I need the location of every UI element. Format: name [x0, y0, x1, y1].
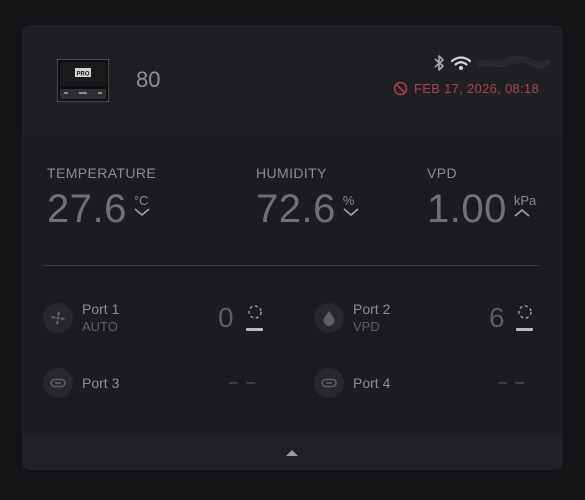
- wifi-icon: [451, 55, 471, 70]
- metric-label: TEMPERATURE: [47, 165, 157, 181]
- chevron-up-icon: [514, 208, 530, 217]
- metric-vpd[interactable]: VPD 1.00 kPa: [427, 165, 536, 232]
- plug-icon: [43, 368, 73, 398]
- port-2-level: 6: [489, 302, 505, 333]
- port-name: Port 3: [82, 375, 120, 391]
- port-name: Port 1: [82, 301, 120, 317]
- loading-spinner-icon: [518, 305, 532, 319]
- redacted-network-name: [477, 56, 549, 69]
- port-1-level: 0: [218, 302, 234, 333]
- loading-spinner-icon: [248, 305, 262, 319]
- divider: [43, 265, 539, 266]
- metric-temperature[interactable]: TEMPERATURE 27.6 °C: [47, 165, 156, 232]
- device-thumb-label: PRO: [76, 72, 89, 78]
- port-mode: VPD: [353, 319, 380, 334]
- port-1-level-bar: [246, 328, 263, 331]
- bluetooth-icon: [434, 55, 444, 71]
- port-4-level: – –: [498, 374, 527, 391]
- port-3-level: – –: [229, 374, 258, 391]
- metric-label: HUMIDITY: [256, 165, 327, 181]
- port-2[interactable]: Port 2 VPD: [314, 301, 390, 334]
- metric-value: 27.6: [47, 187, 127, 231]
- controller-card: PRO 80 FEB 17, 2026, 08:18 TEMPERATURE 2…: [22, 25, 563, 470]
- droplet-icon: [314, 302, 344, 333]
- metric-unit: kPa: [513, 193, 537, 208]
- last-update-datetime: FEB 17, 2026, 08:18: [414, 81, 539, 96]
- metric-humidity[interactable]: HUMIDITY 72.6 %: [256, 165, 359, 232]
- offline-status: FEB 17, 2026, 08:18: [393, 81, 539, 96]
- fan-icon: [43, 302, 73, 333]
- port-4[interactable]: Port 4: [314, 368, 390, 398]
- port-mode: AUTO: [82, 319, 118, 334]
- metric-value: 1.00: [427, 187, 507, 231]
- no-connection-icon: [393, 81, 408, 96]
- status-icons: [433, 55, 549, 71]
- chevron-down-icon: [343, 208, 359, 217]
- metric-label: VPD: [427, 165, 457, 181]
- port-name: Port 2: [353, 301, 391, 317]
- port-name: Port 4: [353, 375, 391, 391]
- metric-unit: %: [342, 193, 355, 208]
- chevron-down-icon: [134, 208, 150, 217]
- metric-value: 72.6: [256, 187, 336, 231]
- expand-caret-up-icon[interactable]: [282, 447, 302, 459]
- card-footer: [22, 433, 563, 470]
- device-id: 80: [136, 67, 161, 92]
- port-2-level-bar: [516, 328, 533, 331]
- device-thumbnail[interactable]: PRO: [57, 59, 109, 102]
- plug-icon: [314, 368, 344, 398]
- port-1[interactable]: Port 1 AUTO: [43, 301, 119, 334]
- card-header: PRO 80 FEB 17, 2026, 08:18: [22, 25, 563, 135]
- metric-unit: °C: [133, 193, 149, 208]
- port-3[interactable]: Port 3: [43, 368, 119, 398]
